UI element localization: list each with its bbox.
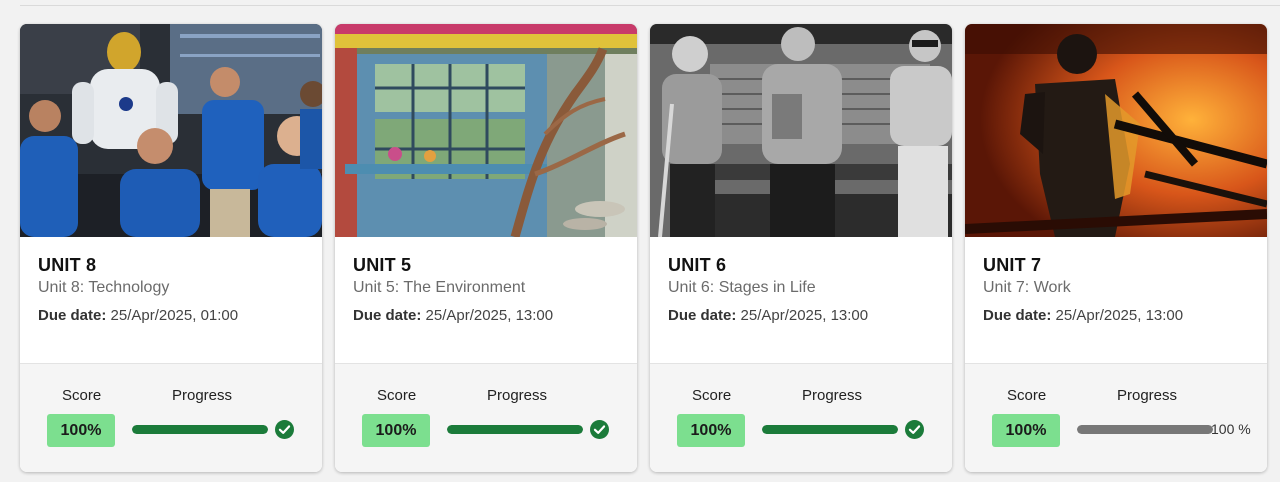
due-date-label: Due date:	[353, 307, 422, 324]
unit-subtitle: Unit 8: Technology	[38, 279, 170, 296]
top-divider	[20, 5, 1280, 6]
due-date: Due date: 25/Apr/2025, 13:00	[353, 307, 553, 324]
score-badge: 100%	[992, 414, 1060, 447]
card-body: UNIT 7 Unit 7: Work Due date: 25/Apr/202…	[965, 237, 1267, 364]
unit-card-6[interactable]: UNIT 6 Unit 6: Stages in Life Due date: …	[650, 24, 952, 472]
unit-cards-grid: UNIT 8 Unit 8: Technology Due date: 25/A…	[20, 24, 1280, 474]
card-footer: Score Progress 100%	[335, 364, 637, 472]
score-badge: 100%	[677, 414, 745, 447]
card-footer: Score Progress 100%	[650, 364, 952, 472]
score-badge: 100%	[362, 414, 430, 447]
foundry-worker-image	[965, 24, 1267, 237]
unit-card-7[interactable]: UNIT 7 Unit 7: Work Due date: 25/Apr/202…	[965, 24, 1267, 472]
check-circle-icon	[275, 420, 294, 439]
unit-card-5[interactable]: UNIT 5 Unit 5: The Environment Due date:…	[335, 24, 637, 472]
progress-bar-fill	[1077, 425, 1213, 434]
unit-title[interactable]: UNIT 8	[38, 255, 96, 276]
unit-card-8[interactable]: UNIT 8 Unit 8: Technology Due date: 25/A…	[20, 24, 322, 472]
due-date: Due date: 25/Apr/2025, 13:00	[983, 307, 1183, 324]
score-label: Score	[377, 387, 417, 404]
unit-subtitle: Unit 6: Stages in Life	[668, 279, 816, 296]
check-circle-icon	[905, 420, 924, 439]
due-date-value: 25/Apr/2025, 01:00	[110, 307, 239, 324]
progress-label: Progress	[487, 387, 548, 404]
card-body: UNIT 5 Unit 5: The Environment Due date:…	[335, 237, 637, 364]
unit-title[interactable]: UNIT 6	[668, 255, 726, 276]
card-footer: Score Progress 100%	[20, 364, 322, 472]
progress-bar-fill	[762, 425, 898, 434]
due-date-label: Due date:	[983, 307, 1052, 324]
progress-bar-fill	[132, 425, 268, 434]
due-date-value: 25/Apr/2025, 13:00	[1055, 307, 1184, 324]
card-footer: Score Progress 100% 100 %	[965, 364, 1267, 472]
card-body: UNIT 6 Unit 6: Stages in Life Due date: …	[650, 237, 952, 364]
unit-subtitle: Unit 5: The Environment	[353, 279, 526, 296]
elderly-women-bench-image	[650, 24, 952, 237]
score-badge: 100%	[47, 414, 115, 447]
progress-bar-fill	[447, 425, 583, 434]
technology-robot-image	[20, 24, 322, 237]
progress-bar	[447, 425, 583, 434]
due-date-label: Due date:	[38, 307, 107, 324]
card-body: UNIT 8 Unit 8: Technology Due date: 25/A…	[20, 237, 322, 364]
check-circle-icon	[590, 420, 609, 439]
progress-percent-text: 100 %	[1211, 421, 1251, 437]
score-label: Score	[692, 387, 732, 404]
due-date: Due date: 25/Apr/2025, 13:00	[668, 307, 868, 324]
unit-title[interactable]: UNIT 5	[353, 255, 411, 276]
due-date-label: Due date:	[668, 307, 737, 324]
progress-label: Progress	[172, 387, 233, 404]
progress-label: Progress	[1117, 387, 1178, 404]
progress-label: Progress	[802, 387, 863, 404]
unit-title[interactable]: UNIT 7	[983, 255, 1041, 276]
due-date-value: 25/Apr/2025, 13:00	[425, 307, 554, 324]
progress-bar	[132, 425, 268, 434]
unit-subtitle: Unit 7: Work	[983, 279, 1071, 296]
progress-bar	[762, 425, 898, 434]
score-label: Score	[62, 387, 102, 404]
due-date-value: 25/Apr/2025, 13:00	[740, 307, 869, 324]
environment-treehouse-image	[335, 24, 637, 237]
progress-bar	[1077, 425, 1213, 434]
due-date: Due date: 25/Apr/2025, 01:00	[38, 307, 238, 324]
score-label: Score	[1007, 387, 1047, 404]
